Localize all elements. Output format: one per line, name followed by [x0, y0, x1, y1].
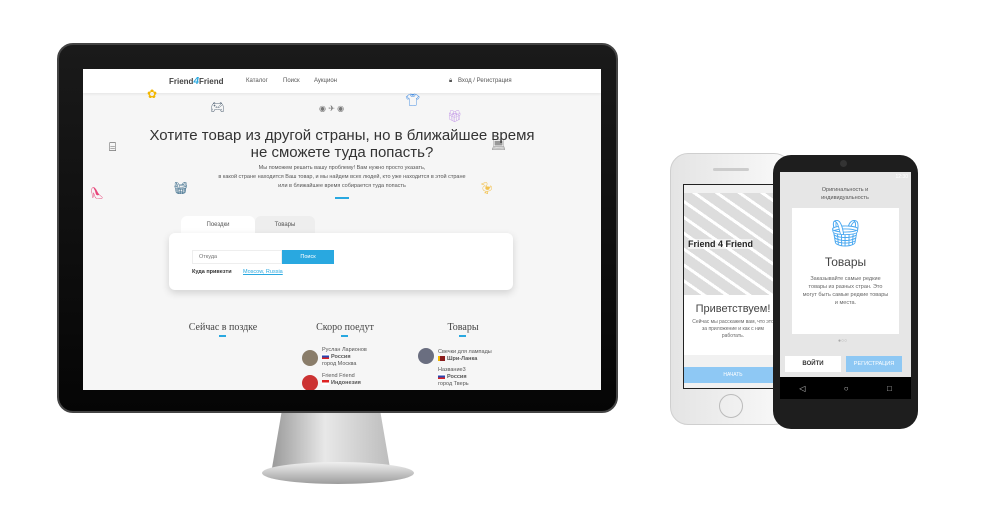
goods-card: 🧺︎ Товары Заказывайте самые редкие товар… — [792, 208, 899, 334]
divider — [341, 335, 348, 337]
android-screen: 12:30 Оригинальность и индивидуальность … — [780, 172, 911, 377]
login-link[interactable]: Вход / Регистрация — [458, 78, 512, 84]
lock-icon: 🔒︎ — [449, 78, 453, 84]
divider — [219, 335, 226, 337]
home-button[interactable] — [719, 394, 743, 418]
list-item[interactable]: Название3 Россия город Тверь — [438, 367, 469, 388]
divider — [335, 197, 349, 199]
list-item[interactable]: Свечки для лампады Шри-Ланка — [438, 349, 492, 363]
status-time: 12:30 — [895, 174, 908, 180]
app-logo: Friend 4 Friend — [688, 239, 754, 249]
speaker — [713, 168, 749, 171]
section-goods: Товары — [447, 322, 479, 333]
avatar — [302, 375, 318, 390]
gift-icon: 🎁︎ — [447, 109, 463, 123]
gamepad-icon: 🎮︎ — [210, 100, 226, 114]
nav-search[interactable]: Поиск — [283, 78, 300, 84]
nav-auction[interactable]: Аукцион — [314, 78, 337, 84]
from-input[interactable] — [192, 250, 282, 264]
android-phone: 12:30 Оригинальность и индивидуальность … — [773, 155, 918, 429]
monitor-stand — [272, 413, 390, 468]
android-nav-bar: ◁ ○ □ — [780, 377, 911, 399]
list-item[interactable]: Руслан Ларионов Россия город Москва — [322, 347, 367, 368]
nav-catalog[interactable]: Каталог — [246, 78, 268, 84]
avatar — [418, 348, 434, 364]
tshirt-icon: 👕︎ — [405, 93, 421, 107]
camera — [840, 160, 847, 167]
search-card: Поиск Куда привезти Moscow, Russia — [169, 233, 513, 290]
login-button[interactable]: ВОЙТИ — [785, 356, 841, 372]
destination-label: Куда привезти — [192, 269, 232, 275]
list-item[interactable]: Friend Friend Индонезия — [322, 373, 361, 387]
back-icon[interactable]: ◁ — [799, 384, 805, 393]
hero-title: Хотите товар из другой страны, но в ближ… — [149, 127, 535, 161]
food-icon: ✿ — [147, 87, 158, 101]
monitor-base — [262, 462, 414, 484]
basket-icon: 🧺︎ — [828, 218, 862, 248]
pager-dots[interactable]: ●○○ — [838, 338, 847, 344]
welcome-text: Сейчас мы расскажем вам, что это за прил… — [692, 319, 774, 339]
recents-icon[interactable]: □ — [887, 384, 892, 393]
avatar — [302, 350, 318, 366]
website-screen: Friend4Friend Каталог Поиск Аукцион 🔒︎ В… — [83, 69, 601, 390]
welcome-title: Приветствуем! — [695, 303, 771, 315]
site-logo[interactable]: Friend4Friend — [169, 76, 223, 87]
start-button[interactable]: НАЧАТЬ — [684, 367, 782, 383]
section-now-traveling: Сейчас в поздке — [188, 322, 258, 333]
search-button[interactable]: Поиск — [282, 250, 334, 264]
divider — [459, 335, 466, 337]
screen-header: Оригинальность и индивидуальность — [821, 187, 869, 201]
card-text: Заказывайте самые редкие товары из разны… — [802, 276, 889, 306]
category-icons: ◉ ✈ ◉ — [319, 104, 345, 113]
home-icon[interactable]: ○ — [844, 384, 849, 393]
hero-subtitle: Мы поможем решить вашу проблему! Вам нуж… — [218, 165, 466, 189]
section-soon: Скоро поедут — [316, 322, 374, 333]
site-header: Friend4Friend Каталог Поиск Аукцион 🔒︎ В… — [83, 69, 601, 93]
iphone-screen: Friend 4 Friend Приветствуем! Сейчас мы … — [683, 184, 783, 389]
destination-link[interactable]: Moscow, Russia — [243, 269, 283, 275]
card-title: Товары — [824, 255, 867, 269]
welcome-card: Приветствуем! Сейчас мы расскажем вам, ч… — [684, 295, 782, 355]
monitor: Friend4Friend Каталог Поиск Аукцион 🔒︎ В… — [57, 43, 618, 413]
register-button[interactable]: РЕГИСТРАЦИЯ — [846, 356, 902, 372]
